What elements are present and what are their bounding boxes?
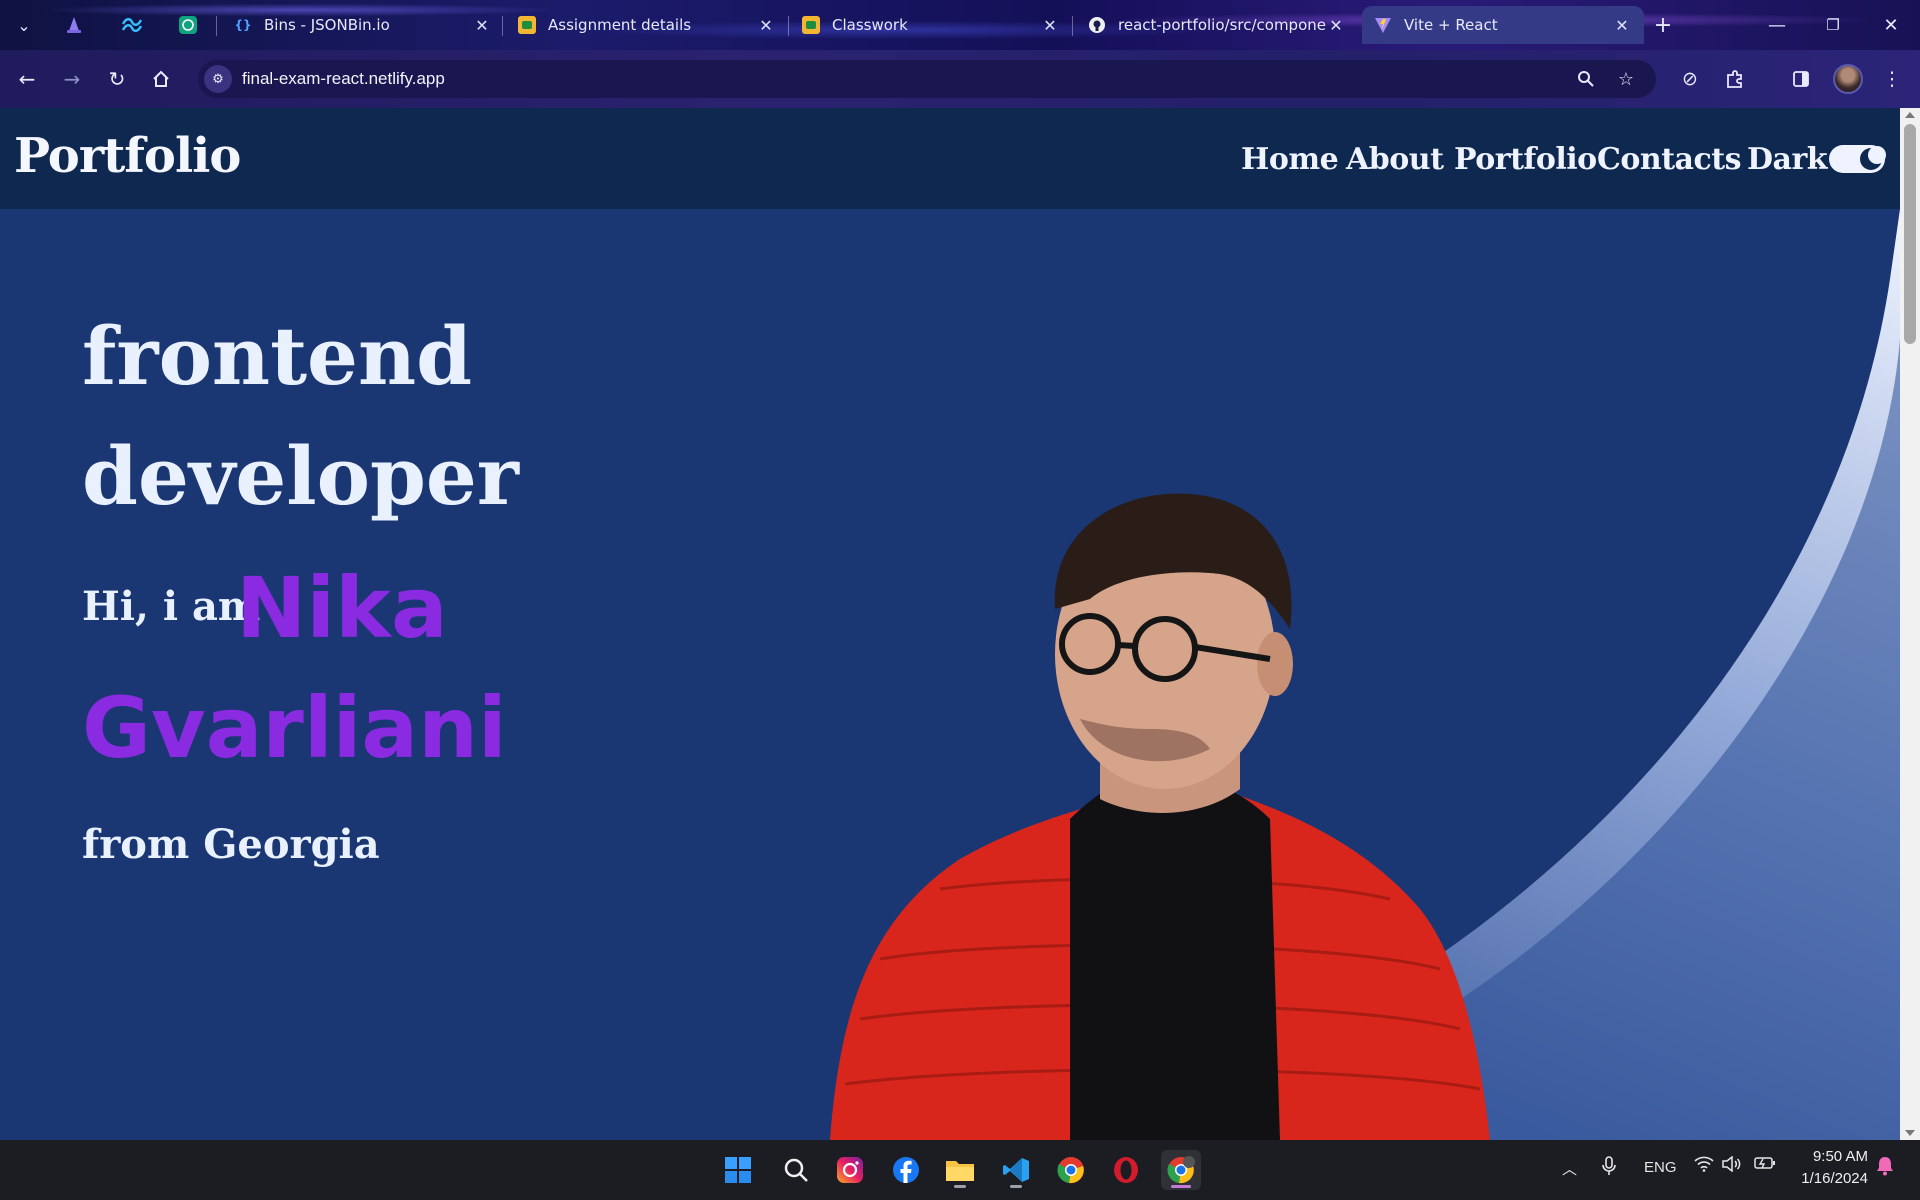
extensions-puzzle-icon[interactable] (1717, 61, 1753, 97)
running-indicator (954, 1185, 966, 1188)
opera-icon[interactable] (1106, 1150, 1146, 1190)
wifi-icon[interactable] (1694, 1156, 1714, 1176)
instagram-icon[interactable] (830, 1150, 870, 1190)
close-icon[interactable]: ✕ (1612, 16, 1632, 35)
site-header: Portfolio Home About Portfolio Contacts … (0, 108, 1900, 209)
address-bar[interactable]: ⚙ final-exam-react.netlify.app ☆ (198, 60, 1656, 98)
tab-separator (1072, 16, 1073, 36)
google-classroom-icon (518, 16, 536, 34)
back-icon[interactable]: ← (9, 61, 45, 97)
restore-icon[interactable]: ❐ (1808, 7, 1858, 43)
scrollbar-thumb[interactable] (1904, 124, 1916, 344)
page-scrollbar[interactable] (1900, 108, 1920, 1140)
browser-toolbar: ← → ↻ ⚙ final-exam-react.netlify.app ☆ ⊘… (0, 50, 1920, 108)
tab-vite-react[interactable]: Vite + React ✕ (1362, 6, 1644, 44)
facebook-icon[interactable] (886, 1150, 926, 1190)
hero-last-name: Gvarliani (82, 679, 507, 777)
volume-icon[interactable] (1722, 1155, 1742, 1176)
language-indicator[interactable]: ENG (1644, 1159, 1677, 1176)
chrome-icon[interactable] (1051, 1150, 1091, 1190)
tab-separator (502, 16, 503, 36)
chrome-profile-icon[interactable] (1161, 1150, 1201, 1190)
chatgpt-icon (179, 16, 197, 34)
close-icon[interactable]: ✕ (756, 16, 776, 35)
nav-home-link[interactable]: Home (1241, 142, 1339, 177)
jsonbin-braces-icon: {} (234, 18, 252, 32)
profile-avatar[interactable] (1833, 64, 1863, 94)
hero-greeting: Hi, i am (82, 583, 261, 630)
hero-role-line-1: frontend (82, 309, 473, 403)
hero-section: frontend developer Hi, i am Nika Gvarlia… (0, 209, 1900, 1140)
nav-about-link[interactable]: About (1346, 142, 1444, 177)
clock-time[interactable]: 9:50 AM (1796, 1148, 1868, 1165)
hero-first-name: Nika (236, 559, 448, 657)
hero-role-line-2: developer (82, 429, 519, 523)
running-indicator (1171, 1185, 1191, 1188)
tab-jsonbin[interactable]: {} Bins - JSONBin.io ✕ (222, 6, 504, 44)
dark-mode-toggle[interactable] (1829, 145, 1886, 173)
nav-contacts-link[interactable]: Contacts (1597, 142, 1742, 177)
running-indicator (1010, 1185, 1022, 1188)
scroll-up-arrow-icon[interactable] (1905, 112, 1915, 118)
minimize-icon[interactable]: — (1752, 7, 1802, 43)
windows-start-icon[interactable] (718, 1150, 758, 1190)
tab-title: Vite + React (1404, 16, 1498, 34)
tab-classwork[interactable]: Classwork ✕ (790, 6, 1072, 44)
vscode-icon[interactable] (996, 1150, 1036, 1190)
close-icon[interactable]: ✕ (472, 16, 492, 35)
github-icon (1088, 16, 1106, 34)
battery-icon[interactable] (1754, 1156, 1776, 1174)
notification-bell-icon[interactable] (1876, 1156, 1894, 1180)
tab-github[interactable]: react-portfolio/src/componen ✕ (1076, 6, 1358, 44)
tab-title: Bins - JSONBin.io (264, 16, 390, 34)
close-icon[interactable]: ✕ (1040, 16, 1060, 35)
side-panel-icon[interactable] (1783, 61, 1819, 97)
search-icon[interactable] (776, 1150, 816, 1190)
window-close-icon[interactable]: ✕ (1866, 7, 1916, 43)
bookmark-star-icon[interactable]: ☆ (1613, 66, 1639, 92)
nav-portfolio-link[interactable]: Portfolio (1454, 142, 1597, 177)
clock-date[interactable]: 1/16/2024 (1788, 1170, 1868, 1187)
home-icon[interactable] (143, 61, 179, 97)
browser-tab-strip: ⌄ {} Bins - JSONBin.io ✕ Assignment deta… (0, 0, 1920, 50)
theme-label: Dark (1747, 142, 1828, 177)
new-tab-button[interactable]: + (1645, 7, 1681, 43)
site-logo[interactable]: Portfolio (14, 128, 241, 184)
pinned-tab-tailwind[interactable] (110, 7, 154, 43)
file-explorer-icon[interactable] (940, 1150, 980, 1190)
google-classroom-icon (802, 16, 820, 34)
forward-icon[interactable]: → (54, 61, 90, 97)
compass-extension-icon[interactable]: ⊘ (1672, 61, 1708, 97)
scroll-down-arrow-icon[interactable] (1905, 1130, 1915, 1136)
close-icon[interactable]: ✕ (1326, 16, 1346, 35)
pinned-tab-chatgpt[interactable] (166, 7, 210, 43)
hero-origin: from Georgia (82, 821, 380, 868)
pinned-tab-wizard[interactable] (52, 7, 96, 43)
browser-menu-icon[interactable]: ⋮ (1874, 61, 1910, 97)
url-text[interactable]: final-exam-react.netlify.app (242, 69, 445, 89)
moon-icon (1860, 146, 1886, 170)
microphone-icon[interactable] (1602, 1156, 1616, 1180)
tab-search-dropdown-icon[interactable]: ⌄ (6, 7, 42, 43)
tab-assignment-details[interactable]: Assignment details ✕ (506, 6, 788, 44)
reload-icon[interactable]: ↻ (99, 61, 135, 97)
tab-separator (788, 16, 789, 36)
wizard-hat-icon (67, 17, 81, 33)
vite-icon (1374, 16, 1392, 34)
site-info-icon[interactable]: ⚙ (204, 65, 232, 93)
tailwind-icon (121, 18, 143, 32)
tray-overflow-chevron-icon[interactable]: ︿ (1562, 1158, 1577, 1179)
tab-title: Classwork (832, 16, 908, 34)
tab-title: Assignment details (548, 16, 692, 34)
tab-title: react-portfolio/src/componen (1118, 16, 1326, 34)
windows-taskbar: ︿ ENG 9:50 AM 1/16/2024 (0, 1140, 1920, 1200)
tab-separator (216, 16, 217, 36)
zoom-icon[interactable] (1573, 66, 1599, 92)
profile-photo (830, 493, 1490, 1140)
page-viewport: Portfolio Home About Portfolio Contacts … (0, 108, 1900, 1140)
